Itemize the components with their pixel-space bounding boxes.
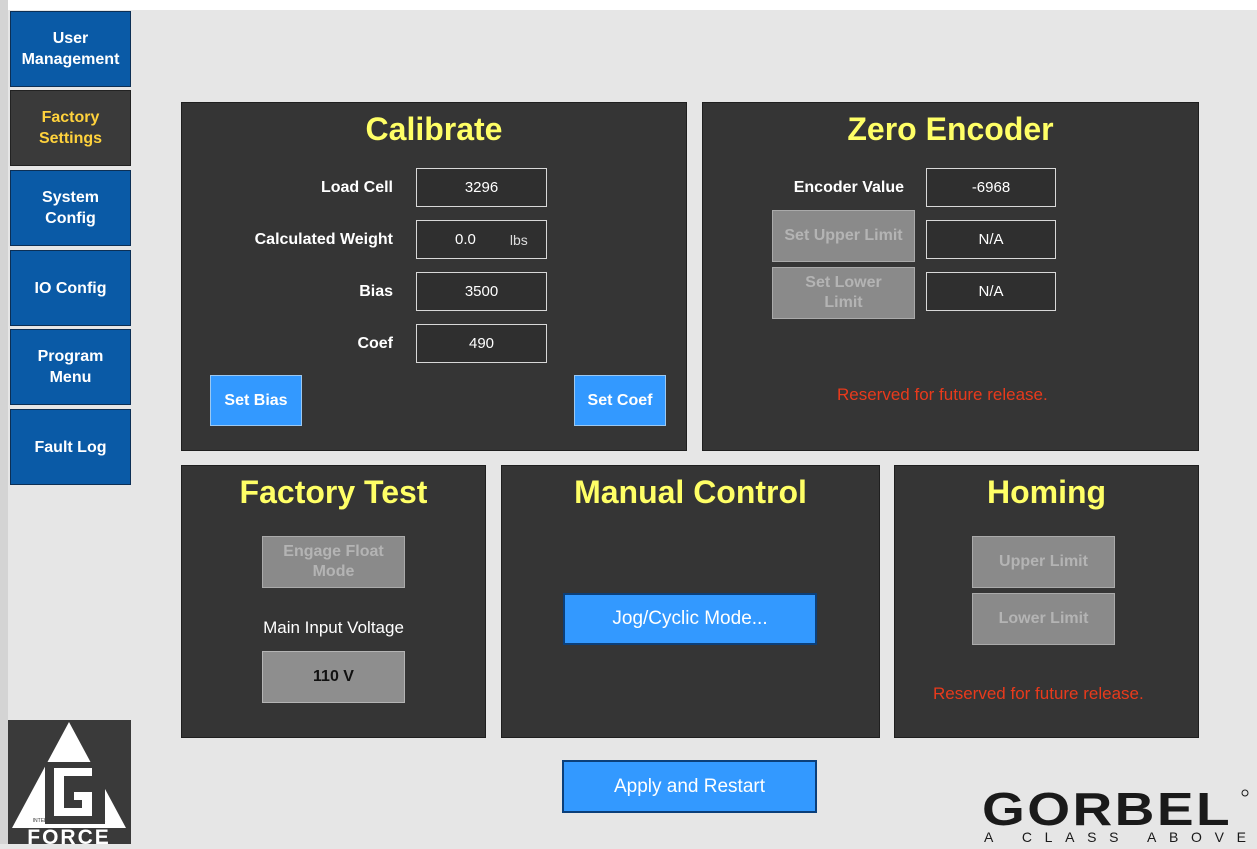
lower-limit-field: N/A [926,272,1056,311]
factory-test-panel: Factory Test Engage Float Mode Main Inpu… [181,465,486,738]
nav-factory-settings[interactable]: Factory Settings [10,90,131,166]
gforce-tagline: INTELLIGENT LIFTING DEVICE [33,818,106,824]
bias-field[interactable]: 3500 [416,272,547,311]
bias-label: Bias [359,283,393,300]
homing-panel: Homing Upper Limit Lower Limit Reserved … [894,465,1199,738]
nav-program-menu[interactable]: Program Menu [10,329,131,405]
manual-control-title: Manual Control [574,474,807,510]
calibrate-title: Calibrate [365,111,503,147]
left-edge [0,0,8,844]
gorbel-wordmark-icon: GORBEL A CLASS ABOVE [982,783,1249,845]
nav-fault-log[interactable]: Fault Log [10,409,131,485]
apply-and-restart-button[interactable]: Apply and Restart [562,760,817,813]
zero-encoder-panel: Zero Encoder Encoder Value -6968 Set Upp… [702,102,1199,451]
calculated-weight-label: Calculated Weight [254,231,393,248]
jog-cyclic-mode-button[interactable]: Jog/Cyclic Mode... [563,593,817,645]
encoder-reserved-text: Reserved for future release. [837,385,1048,404]
load-cell-label: Load Cell [320,179,393,196]
top-strip [0,0,1257,10]
set-lower-limit-button: Set Lower Limit [772,267,915,319]
factory-test-title: Factory Test [239,474,428,510]
calculated-weight-field: 0.0 lbs [416,220,547,259]
encoder-value-field: -6968 [926,168,1056,207]
load-cell-field: 3296 [416,168,547,207]
homing-title: Homing [986,474,1107,510]
weight-unit: lbs [509,231,528,248]
manual-control-panel: Manual Control Jog/Cyclic Mode... [501,465,880,738]
upper-limit-button: Upper Limit [972,536,1115,588]
main-input-voltage-label: Main Input Voltage [263,618,404,637]
gorbel-logo: GORBEL A CLASS ABOVE [978,783,1257,845]
gforce-text: FORCE [27,826,111,844]
zero-encoder-title: Zero Encoder [847,111,1054,147]
coef-field[interactable]: 490 [416,324,547,363]
encoder-value-label: Encoder Value [793,179,904,196]
engage-float-mode-button: Engage Float Mode [262,536,405,588]
calculated-weight-value: 0.0 [455,231,476,248]
coef-label: Coef [357,335,393,352]
homing-reserved-text: Reserved for future release. [933,684,1144,703]
gorbel-text: GORBEL [982,783,1232,835]
nav-user-management[interactable]: User Management [10,11,131,87]
calibrate-panel: Calibrate Load Cell 3296 Calculated Weig… [181,102,687,451]
gforce-emblem-icon: INTELLIGENT LIFTING DEVICE FORCE [12,722,126,844]
set-upper-limit-button: Set Upper Limit [772,210,915,262]
voltage-value: 110 V [262,651,405,703]
nav-io-config[interactable]: IO Config [10,250,131,326]
set-bias-button[interactable]: Set Bias [210,375,302,426]
set-coef-button[interactable]: Set Coef [574,375,666,426]
nav-system-config[interactable]: System Config [10,170,131,246]
upper-limit-field: N/A [926,220,1056,259]
lower-limit-button: Lower Limit [972,593,1115,645]
gforce-logo: INTELLIGENT LIFTING DEVICE FORCE [8,720,131,844]
